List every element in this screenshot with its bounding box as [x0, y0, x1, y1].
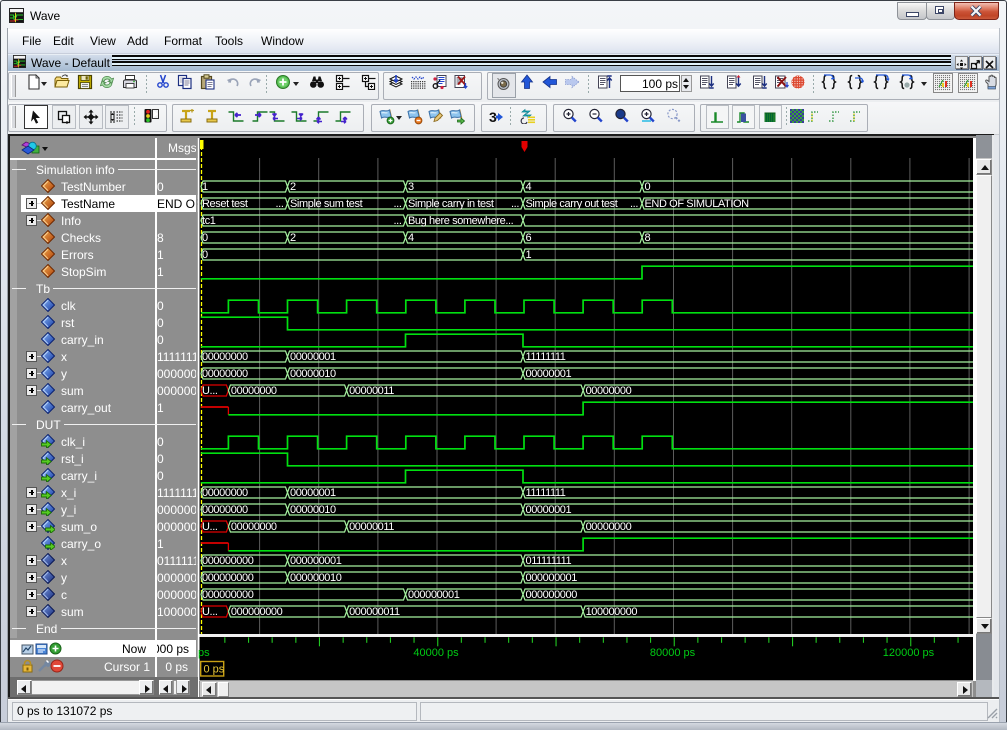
svg-text:00000000: 00000000: [202, 504, 248, 516]
svg-text:Simple carry out test: Simple carry out test: [526, 198, 618, 210]
svg-text:000000000: 000000000: [202, 572, 254, 584]
svg-text:0: 0: [202, 232, 208, 244]
svg-text:2: 2: [290, 181, 296, 193]
svg-text:00000000: 00000000: [202, 368, 248, 380]
svg-text:100000000: 100000000: [586, 606, 638, 618]
svg-text:00000001: 00000001: [290, 351, 336, 363]
svg-text:00000010: 00000010: [290, 368, 336, 380]
svg-text:Simple carry in test: Simple carry in test: [408, 198, 494, 210]
svg-text:00000001: 00000001: [526, 368, 572, 380]
svg-text:00000000: 00000000: [202, 351, 248, 363]
svg-text:U...: U...: [202, 521, 218, 533]
svg-text:0: 0: [202, 249, 208, 261]
svg-text:ps: ps: [198, 647, 210, 659]
svg-text:1: 1: [202, 181, 208, 193]
svg-text:00000011: 00000011: [349, 521, 394, 533]
svg-text:00000000: 00000000: [586, 521, 632, 533]
svg-text:40000 ps: 40000 ps: [413, 647, 459, 659]
svg-text:00000001: 00000001: [290, 487, 336, 499]
svg-text:...: ...: [276, 198, 284, 210]
svg-text:...: ...: [394, 198, 402, 210]
svg-text:Bug here somewhere...: Bug here somewhere...: [408, 215, 514, 227]
svg-text:80000 ps: 80000 ps: [650, 647, 696, 659]
svg-text:2: 2: [290, 232, 296, 244]
svg-text:0 ps: 0 ps: [204, 664, 225, 676]
svg-text:Simple sum test: Simple sum test: [290, 198, 363, 210]
svg-text:000000000: 000000000: [526, 589, 578, 601]
svg-text:00000001: 00000001: [526, 504, 572, 516]
svg-text:11111111: 11111111: [526, 351, 566, 363]
svg-text:U...: U...: [202, 385, 218, 397]
svg-text:0: 0: [645, 181, 651, 193]
svg-text:1: 1: [526, 249, 532, 261]
svg-text:U...: U...: [202, 606, 218, 618]
svg-text:00000011: 00000011: [349, 385, 394, 397]
svg-text:00000010: 00000010: [290, 504, 336, 516]
svg-text:000000001: 000000001: [408, 589, 460, 601]
svg-text:...: ...: [630, 198, 638, 210]
svg-text:000000000: 000000000: [231, 606, 283, 618]
svg-text:00000000: 00000000: [202, 487, 248, 499]
svg-text:8: 8: [645, 232, 651, 244]
svg-text:000000001: 000000001: [290, 555, 342, 567]
svg-text:000000000: 000000000: [202, 589, 254, 601]
svg-text:6: 6: [526, 232, 532, 244]
svg-text:011111111: 011111111: [526, 555, 572, 567]
svg-text:000000000: 000000000: [202, 555, 254, 567]
svg-text:END OF SIMULATION: END OF SIMULATION: [645, 198, 750, 210]
svg-text:000000010: 000000010: [290, 572, 342, 584]
svg-text:000000001: 000000001: [526, 572, 578, 584]
svg-text:120000 ps: 120000 ps: [883, 647, 935, 659]
svg-text:3: 3: [408, 181, 414, 193]
svg-text:...: ...: [511, 198, 519, 210]
svg-text:tc1: tc1: [202, 215, 216, 227]
svg-text:...: ...: [394, 215, 402, 227]
svg-text:4: 4: [408, 232, 414, 244]
svg-text:4: 4: [526, 181, 532, 193]
svg-text:11111111: 11111111: [526, 487, 566, 499]
svg-text:00000000: 00000000: [231, 521, 277, 533]
svg-text:Reset test: Reset test: [202, 198, 248, 210]
svg-text:00000000: 00000000: [586, 385, 632, 397]
svg-text:00000000: 00000000: [231, 385, 277, 397]
svg-text:000000011: 000000011: [349, 606, 400, 618]
